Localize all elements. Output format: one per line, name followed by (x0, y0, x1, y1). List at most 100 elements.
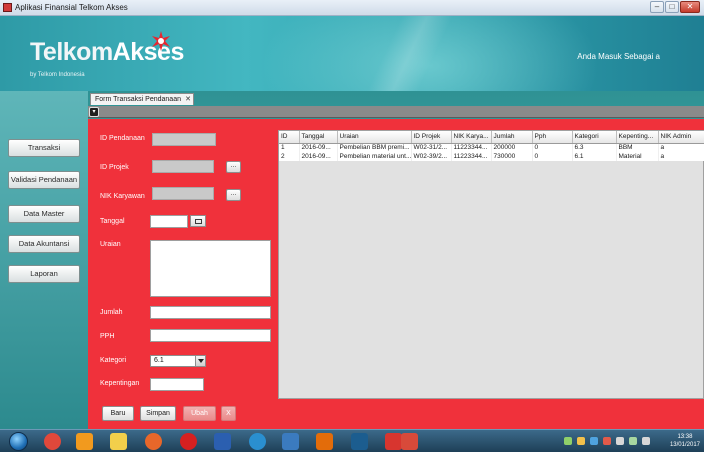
kepentingan-label: Kepentingan (100, 380, 140, 387)
ie-icon[interactable] (249, 433, 266, 450)
browse-projek-button[interactable]: ... (226, 161, 241, 173)
column-header[interactable]: ID (279, 131, 300, 144)
window-titlebar: Aplikasi Finansial Telkom Akses – □ ✕ (0, 0, 704, 16)
tray-alert-icon[interactable] (603, 437, 611, 445)
photoshop-icon[interactable] (351, 433, 368, 450)
tray-volume-icon[interactable] (616, 437, 624, 445)
media-player-icon[interactable] (76, 433, 93, 450)
brand-subtitle: by Telkom Indonesia (30, 72, 85, 78)
transaction-table[interactable]: ID Tanggal Uraian ID Projek NIK Karya...… (278, 130, 704, 399)
tray-battery-icon[interactable] (629, 437, 637, 445)
excel-icon[interactable] (385, 433, 402, 450)
firefox-icon[interactable] (145, 433, 162, 450)
header-stripe (300, 16, 520, 91)
chrome-icon[interactable] (44, 433, 61, 450)
telkom-star-icon (152, 31, 170, 51)
clock-date: 13/01/2017 (669, 442, 700, 448)
table-cell: 0 (532, 152, 573, 161)
form-panel: ID Pendanaan ID Projek ... NIK Karyawan … (88, 119, 704, 429)
tab-close-icon[interactable]: ✕ (185, 94, 191, 105)
table-cell: Pembelian BBM premi... (337, 143, 412, 152)
brand-part-telkom: Telkom (30, 38, 113, 66)
netbeans-icon[interactable] (282, 433, 299, 450)
nav-data-master-button[interactable]: Data Master (8, 205, 80, 223)
internal-desktop: Form Transaksi Pendanaan ✕ ▾ ID Pendanaa… (88, 91, 704, 429)
tray-network-icon[interactable] (564, 437, 572, 445)
browse-karyawan-button[interactable]: ... (226, 189, 241, 201)
tray-antivirus-icon[interactable] (577, 437, 585, 445)
table-cell: Pembelian material unt... (337, 152, 412, 161)
opera-icon[interactable] (180, 433, 197, 450)
tray-flag-icon[interactable] (642, 437, 650, 445)
word-icon[interactable] (214, 433, 231, 450)
left-navigation: Transaksi Validasi Pendanaan Data Master… (0, 91, 88, 429)
kategori-select[interactable]: 6.1 (150, 355, 206, 367)
pph-label: PPH (100, 333, 115, 340)
table-cell: Material (616, 152, 659, 161)
tanggal-label: Tanggal (100, 218, 125, 225)
column-header[interactable]: Pph (532, 131, 573, 144)
xampp-icon[interactable] (316, 433, 333, 450)
tab-strip: Form Transaksi Pendanaan ✕ (88, 91, 704, 105)
close-button[interactable]: ✕ (680, 1, 700, 13)
id-projek-field[interactable] (152, 160, 214, 173)
tab-label: Form Transaksi Pendanaan (95, 96, 181, 103)
tray-update-icon[interactable] (590, 437, 598, 445)
table-header-row: ID Tanggal Uraian ID Projek NIK Karya...… (279, 131, 704, 144)
app-window: Aplikasi Finansial Telkom Akses – □ ✕ Te… (0, 0, 704, 452)
simpan-button[interactable]: Simpan (140, 406, 176, 421)
taskbar-clock[interactable]: 13:38 13/01/2017 (670, 433, 700, 449)
column-header[interactable]: Tanggal (299, 131, 338, 144)
app-icon (3, 3, 12, 12)
dropdown-arrow-icon (195, 356, 205, 366)
baru-button[interactable]: Baru (102, 406, 134, 421)
minimize-button[interactable]: – (650, 1, 664, 13)
window-title: Aplikasi Finansial Telkom Akses (15, 3, 128, 12)
jumlah-field[interactable] (150, 306, 271, 319)
internal-frame-titlebar: ▾ (88, 106, 704, 118)
column-header[interactable]: Jumlah (491, 131, 533, 144)
table-cell: 6.1 (572, 152, 617, 161)
hapus-x-button[interactable]: X (221, 406, 236, 421)
table-row[interactable]: 2 2016-09... Pembelian material unt... W… (279, 152, 704, 161)
column-header[interactable]: ID Projek (411, 131, 452, 144)
table-cell: W02-39/2... (411, 152, 452, 161)
table-cell: 2016-09... (299, 143, 338, 152)
table-cell: 730000 (491, 152, 533, 161)
nav-data-akuntansi-button[interactable]: Data Akuntansi (8, 235, 80, 253)
kategori-selected-value: 6.1 (154, 357, 164, 364)
header-banner: TelkomAkses by Telkom Indonesia Anda Mas… (0, 16, 704, 91)
tanggal-field[interactable] (150, 215, 188, 228)
table-cell: a (658, 152, 704, 161)
table-cell: a (658, 143, 704, 152)
explorer-icon[interactable] (110, 433, 127, 450)
table-cell: 1 (279, 143, 300, 152)
id-pendanaan-field[interactable] (152, 133, 216, 146)
ubah-button[interactable]: Ubah (183, 406, 216, 421)
date-picker-button[interactable] (190, 215, 206, 227)
kategori-label: Kategori (100, 357, 127, 364)
collapse-icon[interactable]: ▾ (89, 107, 99, 117)
jumlah-label: Jumlah (100, 309, 123, 316)
column-header[interactable]: NIK Karya... (451, 131, 492, 144)
nav-validasi-pendanaan-button[interactable]: Validasi Pendanaan (8, 171, 80, 189)
tab-form-transaksi-pendanaan[interactable]: Form Transaksi Pendanaan ✕ (90, 93, 194, 105)
maximize-button[interactable]: □ (665, 1, 679, 13)
column-header[interactable]: NIK Admin (658, 131, 704, 144)
uraian-textarea[interactable] (150, 240, 271, 297)
nav-laporan-button[interactable]: Laporan (8, 265, 80, 283)
column-header[interactable]: Kategori (572, 131, 617, 144)
app-icon[interactable] (401, 433, 418, 450)
uraian-label: Uraian (100, 241, 121, 248)
nav-transaksi-button[interactable]: Transaksi (8, 139, 80, 157)
table-cell: W02-31/2... (411, 143, 452, 152)
column-header[interactable]: Kepenting... (616, 131, 659, 144)
table-row[interactable]: 1 2016-09... Pembelian BBM premi... W02-… (279, 143, 704, 152)
kepentingan-field[interactable] (150, 378, 204, 391)
start-orb-icon[interactable] (9, 432, 28, 451)
pph-field[interactable] (150, 329, 271, 342)
nik-karyawan-label: NIK Karyawan (100, 193, 145, 200)
column-header[interactable]: Uraian (337, 131, 412, 144)
windows-taskbar: 13:38 13/01/2017 (0, 429, 704, 452)
nik-karyawan-field[interactable] (152, 187, 214, 200)
